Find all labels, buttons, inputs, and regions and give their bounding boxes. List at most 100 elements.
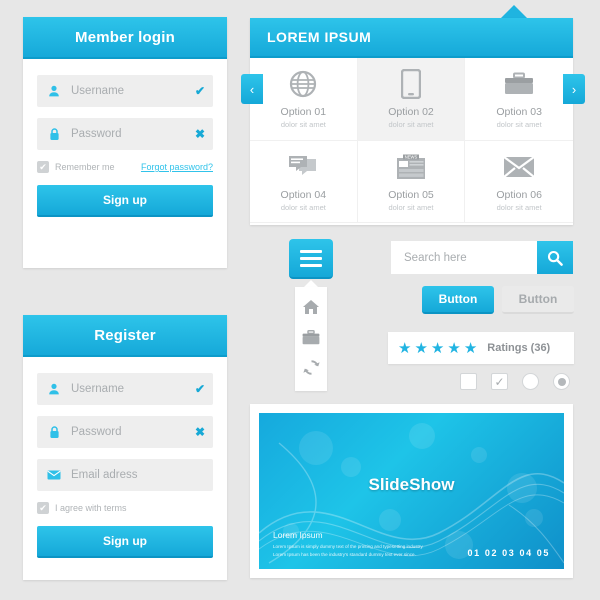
- register-password-placeholder: Password: [71, 426, 122, 438]
- slide-image: SlideShow Lorem Ipsum Lorem Ipsum is sim…: [259, 413, 564, 569]
- option-sub: dolor sit amet: [496, 202, 542, 212]
- hamburger-bar: [300, 249, 322, 253]
- login-username-field[interactable]: Username ✔: [37, 75, 213, 107]
- envelope-icon: [37, 470, 71, 480]
- remember-me-checkbox[interactable]: ✔: [37, 161, 49, 173]
- envelope-icon: [503, 151, 535, 183]
- register-username-placeholder: Username: [71, 383, 125, 395]
- option-sub: dolor sit amet: [280, 120, 326, 130]
- panel-pointer-triangle: [500, 5, 528, 19]
- search-input[interactable]: Search here: [391, 241, 537, 274]
- refresh-icon[interactable]: [302, 358, 320, 376]
- option-cell-06[interactable]: Option 06 dolor sit amet: [465, 141, 573, 223]
- option-cell-04[interactable]: Option 04 dolor sit amet: [250, 140, 358, 223]
- star-icon[interactable]: ★: [398, 341, 411, 356]
- checkbox-checked[interactable]: ✓: [491, 373, 508, 390]
- briefcase-icon: [504, 68, 534, 100]
- slideshow-title: SlideShow: [368, 475, 455, 494]
- option-cell-02[interactable]: Option 02 dolor sit amet: [357, 58, 466, 141]
- register-email-field[interactable]: Email adress: [37, 459, 213, 491]
- register-card: Register Username ✔ Password ✖ Email adr…: [23, 315, 227, 580]
- register-email-placeholder: Email adress: [71, 469, 138, 481]
- option-cell-05[interactable]: NEWS Option 05 dolor sit amet: [357, 140, 466, 223]
- register-terms-row: ✔ I agree with terms: [37, 502, 213, 514]
- valid-check-icon: ✔: [194, 84, 206, 98]
- register-password-field[interactable]: Password ✖: [37, 416, 213, 448]
- hamburger-bar: [300, 256, 322, 260]
- menu-icon-strip: [295, 287, 327, 391]
- caption-line-1: Lorem Ipsum is simply dummy text of the …: [273, 544, 424, 550]
- caption-title: Lorem Ipsum: [273, 530, 323, 541]
- valid-check-icon: ✔: [194, 382, 206, 396]
- login-remember-row: ✔ Remember me Forgot password?: [37, 161, 213, 173]
- invalid-cross-icon: ✖: [194, 127, 206, 141]
- slideshow-next-arrow-icon[interactable]: ›: [563, 74, 585, 104]
- radio-dot: [557, 377, 566, 386]
- option-cell-01[interactable]: Option 01 dolor sit amet: [250, 58, 358, 141]
- slideshow-card: SlideShow Lorem Ipsum Lorem Ipsum is sim…: [250, 404, 573, 578]
- option-label: Option 01: [280, 106, 327, 119]
- login-password-field[interactable]: Password ✖: [37, 118, 213, 150]
- home-icon[interactable]: [302, 298, 320, 316]
- agree-terms-checkbox[interactable]: ✔: [37, 502, 49, 514]
- member-login-card: Member login Username ✔ Password ✖ ✔ Rem…: [23, 17, 227, 268]
- login-form: Username ✔ Password ✖ ✔ Remember me Forg…: [23, 59, 227, 217]
- register-form: Username ✔ Password ✖ Email adress ✔ I a: [23, 357, 227, 558]
- lock-icon: [37, 127, 71, 141]
- lock-icon: [37, 425, 71, 439]
- option-label: Option 04: [280, 188, 327, 201]
- option-sub: dolor sit amet: [496, 120, 542, 130]
- star-icon[interactable]: ★: [431, 341, 444, 356]
- radio-selected[interactable]: [553, 373, 570, 390]
- hamburger-bar: [300, 263, 322, 267]
- login-title: Member login: [23, 17, 227, 59]
- mobile-icon: [400, 68, 421, 100]
- checkbox-unchecked[interactable]: [460, 373, 477, 390]
- search-bar: Search here: [391, 241, 573, 274]
- svg-text:NEWS: NEWS: [405, 154, 418, 159]
- toggle-row: ✓: [460, 373, 574, 390]
- login-signup-button[interactable]: Sign up: [37, 185, 213, 217]
- login-password-placeholder: Password: [71, 128, 122, 140]
- invalid-cross-icon: ✖: [194, 425, 206, 439]
- register-signup-button[interactable]: Sign up: [37, 526, 213, 558]
- forgot-password-link[interactable]: Forgot password?: [141, 162, 213, 172]
- register-username-field[interactable]: Username ✔: [37, 373, 213, 405]
- option-label: Option 05: [388, 188, 434, 201]
- globe-icon: [289, 68, 317, 100]
- options-grid: Option 01 dolor sit amet Option 02 dolor…: [250, 58, 573, 223]
- caption-line-2: Lorem Ipsum has been the industry's stan…: [273, 552, 416, 558]
- ratings-widget: ★ ★ ★ ★ ★ Ratings (36): [388, 332, 574, 364]
- option-sub: dolor sit amet: [388, 120, 434, 130]
- option-label: Option 02: [388, 106, 434, 119]
- slideshow-caption: Lorem Ipsum Lorem Ipsum is simply dummy …: [273, 530, 424, 559]
- secondary-button[interactable]: Button: [502, 286, 574, 314]
- user-icon: [37, 383, 71, 395]
- briefcase-icon[interactable]: [302, 328, 320, 346]
- primary-button[interactable]: Button: [422, 286, 494, 314]
- option-sub: dolor sit amet: [280, 202, 326, 212]
- remember-me-label: Remember me: [55, 162, 115, 172]
- slideshow-pagination[interactable]: 01 02 03 04 05: [468, 548, 550, 558]
- login-username-placeholder: Username: [71, 85, 125, 97]
- search-icon[interactable]: [537, 241, 573, 274]
- news-icon: NEWS: [396, 151, 426, 183]
- options-panel: LOREM IPSUM Option 01 dolor sit amet Opt…: [250, 18, 573, 225]
- user-icon: [37, 85, 71, 97]
- star-icon[interactable]: ★: [414, 341, 427, 356]
- star-icon[interactable]: ★: [447, 341, 460, 356]
- hamburger-icon[interactable]: [289, 239, 333, 279]
- star-icon[interactable]: ★: [464, 341, 477, 356]
- option-label: Option 03: [496, 106, 542, 119]
- ratings-label: Ratings (36): [487, 342, 551, 354]
- radio-unselected[interactable]: [522, 373, 539, 390]
- agree-terms-label: I agree with terms: [55, 503, 127, 513]
- search-placeholder: Search here: [404, 251, 467, 264]
- slideshow-prev-arrow-icon[interactable]: ‹: [241, 74, 263, 104]
- button-row: Button Button: [422, 286, 574, 314]
- options-panel-title: LOREM IPSUM: [250, 18, 573, 58]
- register-title: Register: [23, 315, 227, 357]
- ui-kit-canvas: Member login Username ✔ Password ✖ ✔ Rem…: [0, 0, 600, 600]
- option-sub: dolor sit amet: [388, 202, 434, 212]
- option-cell-03[interactable]: Option 03 dolor sit amet: [465, 58, 573, 141]
